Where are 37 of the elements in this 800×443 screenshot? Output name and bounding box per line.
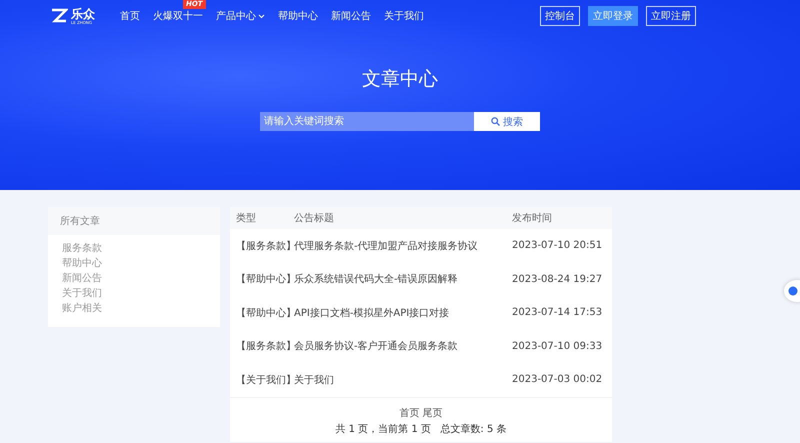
page-title: 文章中心 bbox=[361, 67, 439, 92]
search-button[interactable]: 搜索 bbox=[474, 112, 540, 131]
table-cell-text: 2023-07-03 00:02 bbox=[512, 374, 604, 386]
page-link[interactable]: 首页 bbox=[400, 406, 420, 420]
page-summary: 共 1 页，当前第 1 页 总文章数: 5 条 bbox=[335, 422, 507, 436]
table-cell-text: 【服务条款】 bbox=[236, 340, 294, 354]
article-link[interactable]: 关于我们 bbox=[294, 372, 512, 387]
header-button[interactable]: 控制台 bbox=[540, 6, 580, 26]
table-cell-text: 【关于我们】 bbox=[236, 374, 294, 387]
logo-name: 乐众 bbox=[71, 8, 95, 20]
article-link[interactable]: 会员服务协议-客户开通会员服务条款 bbox=[294, 339, 512, 354]
nav-link[interactable]: 帮助中心 bbox=[278, 9, 318, 23]
table-cell-text: 2023-07-10 09:33 bbox=[512, 340, 604, 352]
nav-link[interactable]: 新闻公告 bbox=[331, 9, 371, 23]
article-link[interactable]: API接口文档-模拟星外API接口对接 bbox=[294, 306, 512, 320]
table-cell-text: 2023-07-10 20:51 bbox=[512, 240, 604, 252]
article-link[interactable]: 乐众系统错误代码大全-错误原因解释 bbox=[294, 272, 512, 286]
nav-link[interactable]: 火爆双十一 bbox=[153, 9, 203, 23]
search-field[interactable]: 请输入关键词搜索 bbox=[260, 112, 474, 131]
panel-title: 所有文章 bbox=[48, 207, 220, 235]
table-cell-text: 【帮助中心】 bbox=[236, 272, 294, 286]
article-link[interactable]: 代理服务条款-代理加盟产品对接服务协议 bbox=[294, 238, 512, 253]
search-icon bbox=[491, 117, 500, 126]
table-cell-text: 2023-07-14 17:53 bbox=[512, 307, 604, 318]
header-button[interactable]: 立即注册 bbox=[646, 6, 696, 26]
nav-link[interactable]: 产品中心 bbox=[216, 9, 265, 23]
column-header: 公告标题 bbox=[294, 212, 335, 225]
nav-link[interactable]: 首页 bbox=[120, 9, 140, 23]
page-link[interactable]: 尾页 bbox=[422, 406, 442, 420]
table-cell-text: 【服务条款】 bbox=[236, 240, 294, 253]
login-button[interactable]: 立即登录 bbox=[588, 6, 638, 26]
column-header: 类型 bbox=[236, 212, 257, 225]
column-header: 发布时间 bbox=[512, 212, 553, 225]
table-cell-text: 【帮助中心】 bbox=[236, 306, 294, 320]
nav-link[interactable]: 关于我们 bbox=[384, 9, 424, 23]
logo-icon bbox=[50, 8, 68, 24]
table-cell-text: 2023-08-24 19:27 bbox=[512, 274, 604, 285]
